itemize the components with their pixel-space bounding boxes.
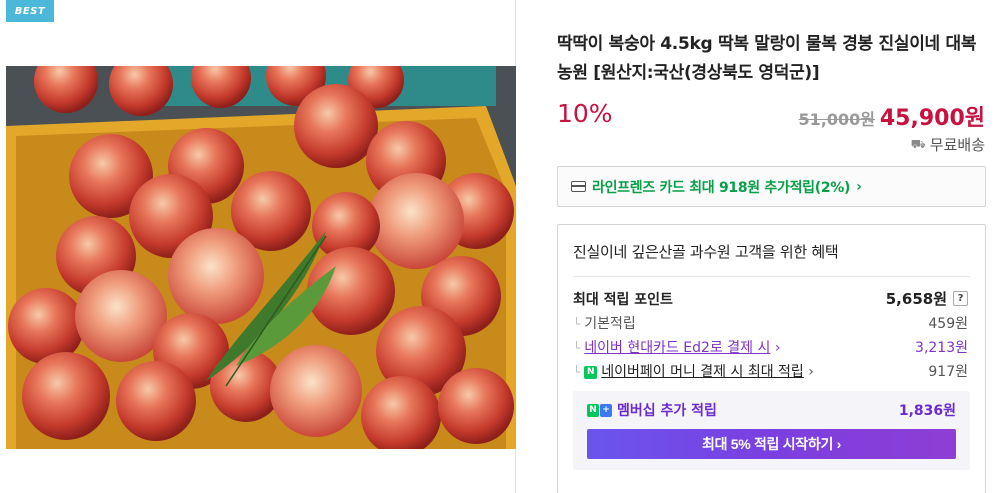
benefit-box: 진실이네 깊은산골 과수원 고객을 위한 혜택 최대 적립 포인트 5,658원… — [557, 224, 986, 493]
benefit-title: 진실이네 깊은산골 과수원 고객을 위한 혜택 — [573, 243, 839, 261]
divider — [573, 276, 970, 277]
card-promo-text: 라인프렌즈 카드 최대 918원 추가적립(2%) — [592, 179, 851, 196]
membership-label: 멤버십 추가 적립 — [617, 403, 717, 419]
help-icon[interactable]: ? — [953, 291, 968, 306]
tree-branch-icon: └ — [573, 341, 581, 355]
tree-branch-icon: └ — [573, 365, 581, 379]
original-price: 51,000원 — [798, 110, 875, 129]
basic-points-value: 459원 — [928, 316, 968, 332]
peach-photo-illustration — [6, 66, 516, 449]
membership-box: N + 멤버십 추가 적립 1,836원 최대 5% 적립 시작하기 › — [573, 391, 970, 470]
sale-price: 45,900원 — [879, 106, 985, 131]
hyundai-card-link[interactable]: 네이버 현대카드 Ed2로 결제 시 — [584, 340, 770, 356]
shipping-label: 무료배송 — [929, 136, 985, 154]
membership-row: N + 멤버십 추가 적립 1,836원 — [587, 400, 956, 420]
tree-branch-icon: └ — [573, 317, 581, 331]
product-photo[interactable] — [6, 66, 516, 449]
credit-card-icon — [571, 181, 586, 192]
chevron-right-icon: › — [856, 178, 862, 195]
max-points-row: 최대 적립 포인트 5,658원 ? — [573, 288, 968, 309]
product-image-panel: BEST — [6, 0, 516, 493]
naver-plus-icon: N + — [587, 403, 612, 417]
naver-pay-points-value: 917원 — [928, 364, 968, 380]
chevron-right-icon: › — [808, 364, 814, 380]
naver-pay-link[interactable]: 네이버페이 머니 결제 시 최대 적립 — [601, 364, 804, 380]
membership-points-value: 1,836원 — [898, 403, 956, 419]
truck-icon: ⛟ — [910, 136, 926, 151]
shipping-info: ⛟ 무료배송 — [911, 134, 985, 155]
max-points-label: 최대 적립 포인트 — [573, 291, 673, 308]
product-title: 딱딱이 복숭아 4.5kg 딱복 말랑이 물복 경봉 진실이네 대복농원 [원산… — [557, 34, 977, 83]
hyundai-card-points-value: 3,213원 — [915, 340, 968, 356]
max-points-value: 5,658원 — [885, 290, 947, 308]
best-badge: BEST — [6, 0, 54, 22]
benefit-row-npay: └ N 네이버페이 머니 결제 시 최대 적립 › 917원 — [573, 361, 968, 381]
discount-rate: 10% — [557, 99, 613, 128]
benefit-row-card: └ 네이버 현대카드 Ed2로 결제 시 › 3,213원 — [573, 337, 968, 357]
chevron-right-icon: › — [774, 340, 781, 356]
basic-points-label: 기본적립 — [584, 316, 636, 332]
benefit-row-basic: └ 기본적립 459원 — [573, 313, 968, 333]
card-promo-banner[interactable]: 라인프렌즈 카드 최대 918원 추가적립(2%) › — [557, 166, 986, 207]
naver-pay-icon: N — [584, 365, 598, 379]
membership-start-button[interactable]: 최대 5% 적립 시작하기 › — [587, 429, 956, 459]
